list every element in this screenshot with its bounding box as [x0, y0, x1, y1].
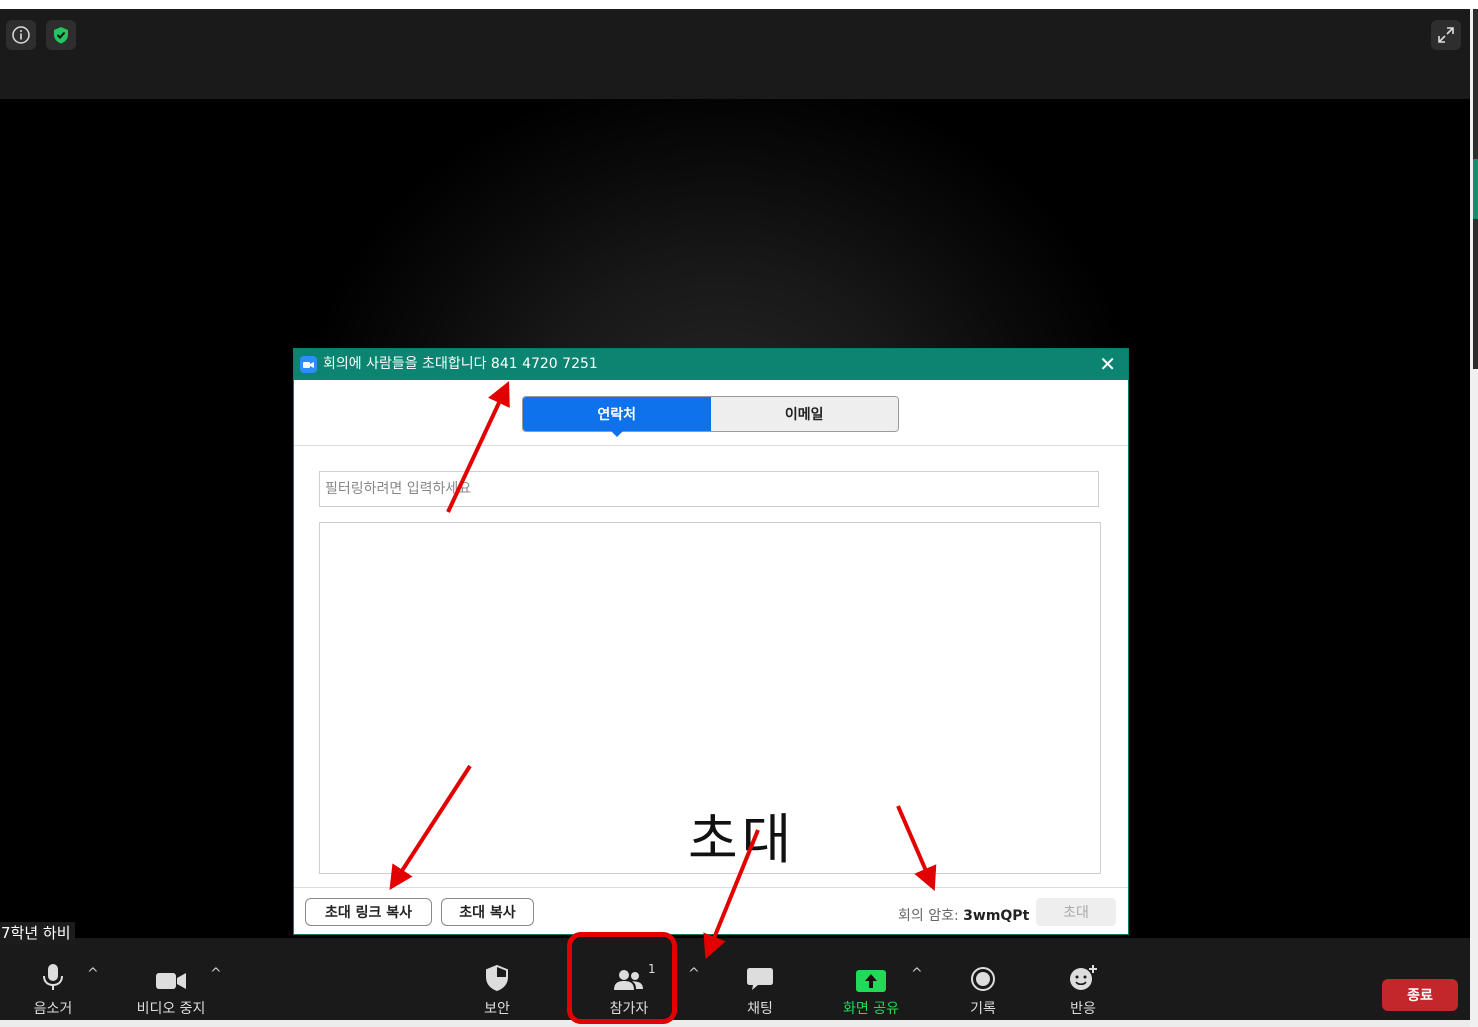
copy-invite-link-button[interactable]: 초대 링크 복사 — [305, 898, 432, 926]
top-strip — [0, 0, 1478, 9]
video-camera-icon — [156, 973, 186, 989]
contact-filter-input[interactable] — [319, 471, 1099, 507]
meeting-password: 회의 암호: 3wmQPt — [898, 905, 1029, 925]
annotation-text: 초대 — [688, 808, 796, 871]
security-shield-icon — [486, 964, 508, 992]
record-icon — [971, 967, 995, 991]
mute-options-caret[interactable]: ^ — [87, 966, 99, 982]
participant-name-label: 7학년 하비 — [0, 922, 75, 944]
reactions-button[interactable]: 반응 — [1058, 962, 1108, 1018]
chat-label: 채팅 — [747, 1001, 773, 1017]
end-meeting-button[interactable]: 종료 — [1382, 979, 1458, 1011]
divider — [294, 445, 1128, 446]
reactions-label: 반응 — [1070, 1001, 1096, 1017]
record-button[interactable]: 기록 — [958, 962, 1008, 1018]
close-icon[interactable]: ✕ — [1099, 349, 1116, 380]
chat-bubble-icon — [747, 968, 773, 990]
bottom-edge — [0, 1020, 1470, 1027]
tab-email[interactable]: 이메일 — [710, 397, 898, 431]
zoom-app-icon — [300, 356, 317, 373]
divider — [294, 887, 1128, 888]
share-screen-label: 화면 공유 — [843, 1001, 899, 1017]
fullscreen-icon[interactable] — [1431, 20, 1461, 50]
share-screen-button[interactable]: 화면 공유 — [834, 962, 908, 1018]
record-label: 기록 — [970, 1001, 996, 1017]
mute-label: 음소거 — [33, 1001, 73, 1017]
invite-button[interactable]: 초대 — [1036, 898, 1116, 926]
video-options-caret[interactable]: ^ — [210, 966, 222, 982]
active-tab-indicator — [610, 430, 624, 437]
security-label: 보안 — [484, 1001, 510, 1017]
chat-button[interactable]: 채팅 — [735, 962, 785, 1018]
right-scrollbar[interactable] — [1470, 9, 1478, 1027]
info-icon[interactable] — [6, 20, 36, 50]
meeting-password-label: 회의 암호: — [898, 908, 964, 924]
copy-invitation-button[interactable]: 초대 복사 — [441, 898, 534, 926]
stop-video-button[interactable]: 비디오 중지 — [128, 962, 214, 1018]
invite-method-tabs: 연락처 이메일 — [522, 396, 899, 432]
invite-dialog-title-bar: 회의에 사람들을 초대합니다 841 4720 7251 ✕ — [294, 349, 1128, 380]
reaction-smiley-icon — [1070, 965, 1097, 990]
top-bar — [0, 9, 1470, 99]
meeting-password-value: 3wmQPt — [963, 908, 1030, 924]
security-button[interactable]: 보안 — [472, 962, 522, 1018]
invite-dialog-title: 회의에 사람들을 초대합니다 841 4720 7251 — [323, 356, 598, 372]
share-options-caret[interactable]: ^ — [911, 966, 923, 982]
meeting-toolbar: 음소거 ^ 비디오 중지 ^ 보안 1 참가자 ^ 채팅 화면 공유 ^ 기록 … — [0, 938, 1470, 1020]
tab-contacts[interactable]: 연락처 — [523, 397, 711, 431]
mute-button[interactable]: 음소거 — [22, 962, 84, 1018]
share-screen-icon — [856, 970, 886, 992]
microphone-icon — [43, 964, 63, 990]
participants-options-caret[interactable]: ^ — [688, 966, 700, 982]
encryption-shield-icon[interactable] — [46, 20, 76, 50]
stop-video-label: 비디오 중지 — [136, 1001, 206, 1017]
annotation-highlight-box — [567, 932, 677, 1024]
